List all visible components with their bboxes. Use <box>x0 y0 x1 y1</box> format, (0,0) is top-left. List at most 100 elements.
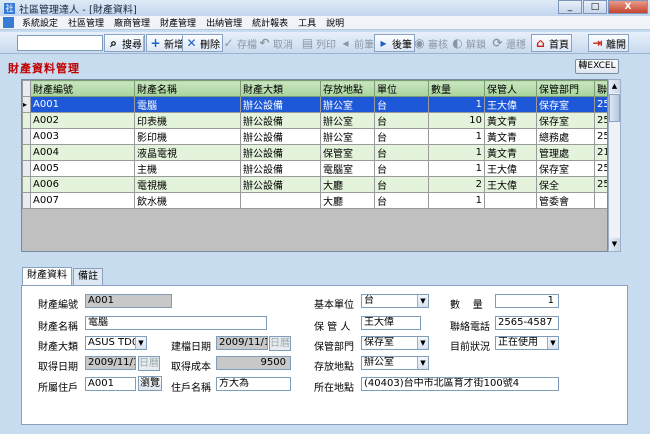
chevron-down-icon: ▼ <box>417 295 428 307</box>
cost-label: 取得成本 <box>171 362 211 373</box>
menu-item-cashier[interactable]: 出納管理 <box>201 16 247 29</box>
phone-field[interactable]: 2565-4587 <box>495 316 559 330</box>
check-icon: ✓ <box>223 35 234 50</box>
close-button[interactable]: X <box>608 0 648 14</box>
menu-item-system[interactable]: 系統設定 <box>17 16 63 29</box>
table-cell: 25( <box>594 160 607 177</box>
table-row[interactable]: ▸A001電腦辦公設備辦公室台1王大偉保存室25( <box>22 96 607 113</box>
table-row[interactable]: A002印表機辦公設備辦公室台10黃文青保存室25( <box>22 112 607 129</box>
table-cell: 辦公室 <box>320 112 375 129</box>
asset-no-field[interactable]: A001 <box>85 294 172 308</box>
table-row[interactable]: A003影印機辦公設備辦公室台1黃文青總務處25( <box>22 128 607 145</box>
title-bar: 社 社區管理達人 - [財產資料] _ □ X <box>0 0 650 16</box>
column-header[interactable]: 數量 <box>428 80 485 97</box>
menu-item-tools[interactable]: 工具 <box>293 16 321 29</box>
column-header[interactable]: 財產編號 <box>30 80 135 97</box>
dept-select[interactable]: 保存室 ▼ <box>361 336 429 350</box>
asset-grid: 財產編號 財產名稱 財產大類 存放地點 單位 數量 保管人 保管部門聯 ▸ A001 電腦 辦公設備… <box>21 79 608 252</box>
column-header[interactable]: 單位 <box>374 80 429 97</box>
menu-item-asset[interactable]: 財產管理 <box>155 16 201 29</box>
chevron-down-icon: ▼ <box>417 357 428 369</box>
panel-title: 財產資料管理 <box>8 62 80 75</box>
tab-notes[interactable]: 備註 <box>73 268 103 285</box>
exit-icon: ⇥ <box>592 35 603 50</box>
unlock-button[interactable]: ◐ 解鎖 <box>448 34 489 52</box>
minimize-button[interactable]: _ <box>558 0 582 14</box>
scroll-down-icon[interactable]: ▼ <box>609 238 620 251</box>
phone-label: 聯絡電話 <box>450 322 490 333</box>
browse-button[interactable]: 瀏覽 <box>138 376 162 391</box>
table-row[interactable]: A004液晶電視辦公設備保管室台1黃文青管理處21( <box>22 144 607 161</box>
status-select[interactable]: 正在使用 ▼ <box>495 336 559 350</box>
acquire-date-calendar-button[interactable]: 日曆 <box>138 356 160 371</box>
table-cell: 辦公設備 <box>240 144 321 161</box>
table-cell: 管委會 <box>536 192 595 209</box>
toolbar: ⌕ 搜尋 + 新增 ✕ 刪除 ✓ 存檔 ↶ 取消 ▤ 列印 ◂ 前筆 ▸ 後筆 ◉ 審核 ◐ 解鎖 … <box>0 32 650 54</box>
build-date-field[interactable]: 2009/11/16 <box>216 336 268 350</box>
column-header[interactable]: 保管人 <box>484 80 537 97</box>
cost-field[interactable]: 9500 <box>216 356 291 370</box>
table-cell: A005 <box>30 160 135 177</box>
export-excel-button[interactable]: 轉EXCEL <box>575 59 619 74</box>
column-header[interactable]: 保管部門 <box>536 80 595 97</box>
cancel-button[interactable]: ↶ 取消 <box>255 34 296 52</box>
row-indicator-header <box>22 80 31 97</box>
scroll-thumb[interactable] <box>609 94 620 122</box>
table-cell: 台 <box>374 192 429 209</box>
column-header[interactable]: 財產名稱 <box>134 80 241 97</box>
location-select[interactable]: 辦公室 ▼ <box>361 356 429 370</box>
address-field[interactable]: (40403)台中市北區育才街100號4 <box>361 377 559 391</box>
asset-name-field[interactable]: 電腦 <box>85 316 267 330</box>
window-title: 社區管理達人 - [財產資料] <box>19 4 137 16</box>
category-select[interactable]: ASUS TD0 ▼ <box>85 336 147 350</box>
table-cell: 25( <box>594 112 607 129</box>
table-cell: 25( <box>594 96 607 113</box>
menu-item-community[interactable]: 社區管理 <box>63 16 109 29</box>
table-row[interactable]: A006電視機辦公設備大廳台2王大偉保全25( <box>22 176 607 193</box>
table-cell: 1 <box>428 192 485 209</box>
table-row[interactable]: A005主機辦公設備電腦室台1王大偉保存室25( <box>22 160 607 177</box>
home-button[interactable]: ⌂ 首頁 <box>531 34 572 52</box>
reset-button[interactable]: ⟳ 還穩 <box>488 34 529 52</box>
household-field[interactable]: A001 <box>85 377 136 391</box>
table-cell: 大廳 <box>320 176 375 193</box>
qty-field[interactable]: 1 <box>495 294 559 308</box>
keeper-field[interactable]: 王大偉 <box>361 316 421 330</box>
status-label: 目前狀況 <box>450 342 490 353</box>
column-header[interactable]: 財產大類 <box>240 80 321 97</box>
acquire-date-field[interactable]: 2009/11/16 <box>85 356 136 370</box>
menu-item-vendor[interactable]: 廠商管理 <box>109 16 155 29</box>
search-button[interactable]: ⌕ 搜尋 <box>104 34 145 52</box>
table-cell: 保存室 <box>536 96 595 113</box>
tab-asset-info[interactable]: 財產資料 <box>22 267 72 285</box>
cross-icon: ✕ <box>186 35 197 50</box>
search-input[interactable] <box>17 35 103 51</box>
table-cell <box>594 192 607 209</box>
menu-item-reports[interactable]: 統計報表 <box>247 16 293 29</box>
scroll-up-icon[interactable]: ▲ <box>609 80 620 93</box>
add-button[interactable]: + 新增 <box>146 34 187 52</box>
column-header[interactable]: 聯 <box>594 80 607 97</box>
table-cell: 王大偉 <box>484 176 537 193</box>
exit-button[interactable]: ⇥ 離開 <box>588 34 629 52</box>
asset-name-label: 財產名稱 <box>38 322 78 333</box>
table-cell <box>240 192 321 209</box>
build-date-calendar-button[interactable]: 日曆 <box>269 336 291 351</box>
table-cell: 10 <box>428 112 485 129</box>
menu-item-help[interactable]: 說明 <box>321 16 349 29</box>
grid-vertical-scrollbar[interactable]: ▲ ▼ <box>608 79 621 252</box>
table-row[interactable]: A007 飲水機 大廳台 1 管委會 <box>22 192 607 209</box>
unit-select[interactable]: 台 ▼ <box>361 294 429 308</box>
owner-field[interactable]: 方大為 <box>216 377 291 391</box>
next-record-button[interactable]: ▸ 後筆 <box>374 34 415 52</box>
maximize-button[interactable]: □ <box>583 0 607 14</box>
column-header[interactable]: 存放地點 <box>320 80 375 97</box>
acquire-date-label: 取得日期 <box>38 362 78 373</box>
prev-record-button[interactable]: ◂ 前筆 <box>336 34 377 52</box>
review-button[interactable]: ◉ 審核 <box>410 34 451 52</box>
shield-icon: ◉ <box>414 35 425 50</box>
table-cell: 影印機 <box>134 128 241 145</box>
save-button[interactable]: ✓ 存檔 <box>219 34 260 52</box>
print-button[interactable]: ▤ 列印 <box>298 34 339 52</box>
delete-button[interactable]: ✕ 刪除 <box>182 34 223 52</box>
